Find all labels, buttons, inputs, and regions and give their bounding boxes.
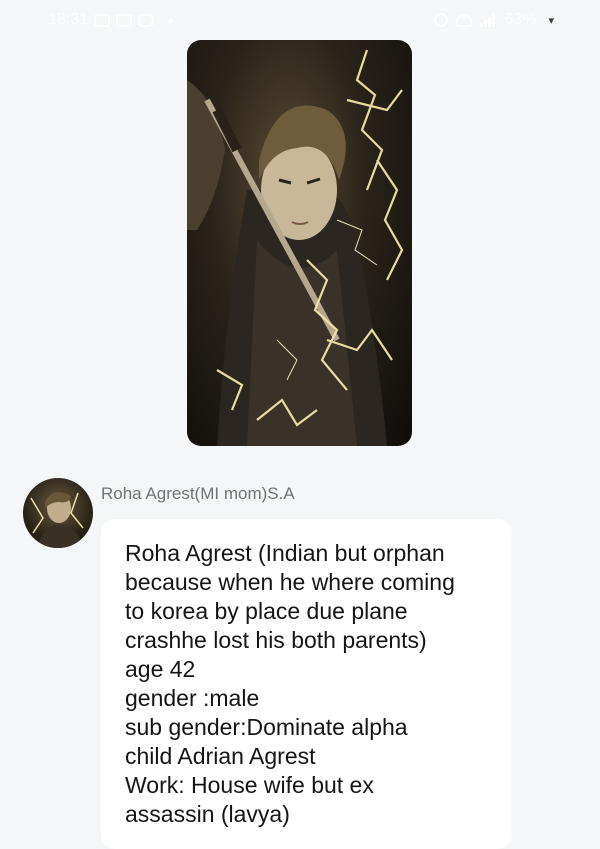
message-line: assassin (lavya) <box>125 801 290 827</box>
message-line: gender :male <box>125 685 260 711</box>
status-right: 63% ▾ <box>434 11 554 29</box>
post-image[interactable] <box>187 40 412 446</box>
message-line: crashhe lost his both parents) <box>125 627 427 653</box>
message-line: Work: House wife but ex <box>125 772 374 798</box>
status-time: 18:31 <box>48 11 89 28</box>
avatar-character-icon <box>30 492 84 548</box>
avatar[interactable] <box>23 478 93 548</box>
photo-icon <box>94 13 111 27</box>
alarm-icon <box>434 13 449 27</box>
battery-icon: ▾ <box>548 14 554 27</box>
sender-name: Roha Agrest(MI mom)S.A <box>101 484 295 503</box>
instagram-icon <box>138 13 155 27</box>
message-line: Roha Agrest (Indian but orphan <box>125 540 445 566</box>
message-line: age 42 <box>125 656 196 682</box>
message-line: to korea by place due plane <box>125 598 408 624</box>
message-line: child Adrian Agrest <box>125 743 316 769</box>
message-bubble[interactable]: Roha Agrest (Indian but orphan because w… <box>101 519 511 849</box>
dot-icon <box>168 17 174 23</box>
battery-level: 63% <box>504 11 537 28</box>
youtube-icon <box>116 13 133 27</box>
status-left: 18:31 <box>48 11 174 29</box>
message-line: because when he where coming <box>125 569 455 595</box>
message-line: sub gender:Dominate alpha <box>125 714 408 740</box>
status-bar: 18:31 63% ▾ <box>0 0 600 40</box>
wifi-icon <box>456 13 473 27</box>
lte-signal-icon <box>480 13 496 27</box>
anime-character-with-lightning-icon <box>187 49 404 446</box>
